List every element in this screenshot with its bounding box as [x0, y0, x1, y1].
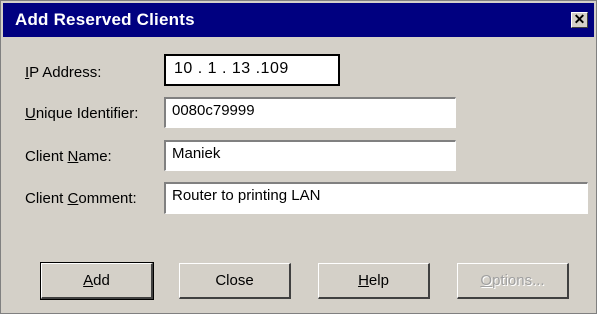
ip-address-label: IP Address: [25, 64, 102, 81]
help-button-label: Help [358, 272, 389, 289]
close-button[interactable]: Close [179, 263, 291, 299]
title-bar: Add Reserved Clients ✕ [3, 3, 594, 37]
unique-identifier-label: Unique Identifier: [25, 105, 139, 122]
options-button-label: Options... [480, 272, 545, 289]
close-icon: ✕ [573, 11, 586, 27]
client-comment-input[interactable]: Router to printing LAN [164, 182, 588, 214]
client-name-label: Client Name: [25, 148, 112, 165]
close-button-label: Close [215, 272, 254, 289]
close-window-button[interactable]: ✕ [571, 12, 588, 28]
add-button-label: Add [83, 272, 110, 289]
ip-address-input[interactable]: 10 . 1 . 13 .109 [164, 54, 340, 86]
add-reserved-clients-dialog: Add Reserved Clients ✕ IP Address: 10 . … [0, 0, 597, 314]
add-button[interactable]: Add [40, 262, 154, 300]
help-button[interactable]: Help [318, 263, 430, 299]
unique-identifier-input[interactable]: 0080c79999 [164, 97, 456, 128]
client-comment-label: Client Comment: [25, 190, 137, 207]
window-title: Add Reserved Clients [15, 10, 195, 29]
client-name-input[interactable]: Maniek [164, 140, 456, 171]
options-button[interactable]: Options... [457, 263, 569, 299]
